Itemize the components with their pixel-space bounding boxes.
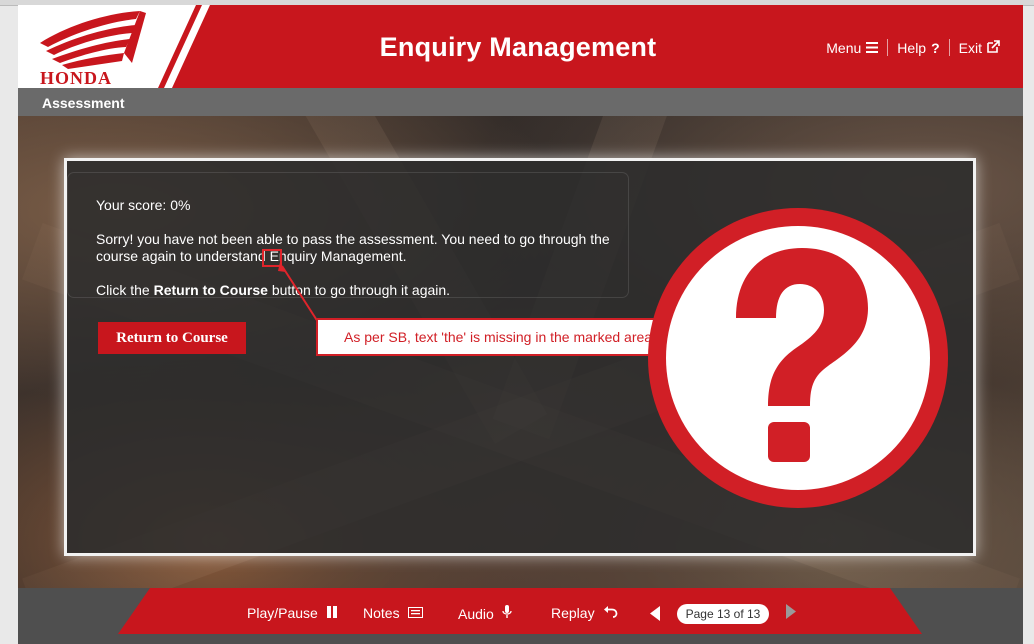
question-icon: ? xyxy=(931,39,940,56)
player-controls-bar: Play/Pause Notes Audio Replay Page 13 of… xyxy=(118,588,922,638)
instruction-bold: Return to Course xyxy=(153,282,268,298)
replay-label: Replay xyxy=(551,605,595,621)
previous-page-button[interactable] xyxy=(650,606,661,621)
hamburger-icon xyxy=(866,40,879,56)
caret-right-icon xyxy=(786,604,796,619)
failure-message: Sorry! you have not been able to pass th… xyxy=(96,231,610,264)
menu-label: Menu xyxy=(826,39,862,56)
top-nav: Menu Help ? Exit xyxy=(817,39,1009,56)
replay-button[interactable]: Replay xyxy=(551,605,618,621)
score-value: 0% xyxy=(170,197,191,213)
page-indicator: Page 13 of 13 xyxy=(677,604,769,624)
notes-icon xyxy=(407,605,423,621)
notes-label: Notes xyxy=(363,605,400,621)
help-label: Help xyxy=(897,39,927,56)
instruction-text: Click the Return to Course button to go … xyxy=(96,282,450,299)
pause-icon xyxy=(326,605,338,621)
honda-logo: HONDA xyxy=(18,5,228,88)
section-bar: Assessment xyxy=(18,88,1023,116)
app-title: Enquiry Management xyxy=(379,32,657,62)
caret-left-icon xyxy=(650,606,660,621)
instruction-prefix: Click the xyxy=(96,282,150,298)
microphone-icon xyxy=(502,605,512,622)
notes-button[interactable]: Notes xyxy=(363,605,423,621)
score-label: Your score: xyxy=(96,197,167,213)
question-mark-graphic xyxy=(648,208,948,508)
external-link-icon xyxy=(987,39,1000,56)
return-to-course-button[interactable]: Return to Course xyxy=(98,322,246,354)
score-text: Your score: 0% xyxy=(96,197,190,214)
play-pause-label: Play/Pause xyxy=(247,605,318,621)
exit-label: Exit xyxy=(958,39,982,56)
audio-button[interactable]: Audio xyxy=(458,605,512,622)
menu-button[interactable]: Menu xyxy=(817,40,887,56)
app-header: HONDA Enquiry Management Menu Help ? Exi… xyxy=(18,5,1023,88)
replay-icon xyxy=(603,605,618,621)
review-marker xyxy=(262,249,282,267)
play-pause-button[interactable]: Play/Pause xyxy=(247,605,338,621)
instruction-suffix: button to go through it again. xyxy=(271,282,451,298)
review-comment: As per SB, text 'the' is missing in the … xyxy=(316,318,684,356)
section-title: Assessment xyxy=(42,95,125,111)
svg-text:HONDA: HONDA xyxy=(40,68,112,88)
next-page-button[interactable] xyxy=(785,604,796,619)
help-button[interactable]: Help ? xyxy=(888,40,948,56)
audio-label: Audio xyxy=(458,605,494,622)
exit-button[interactable]: Exit xyxy=(950,40,1009,56)
